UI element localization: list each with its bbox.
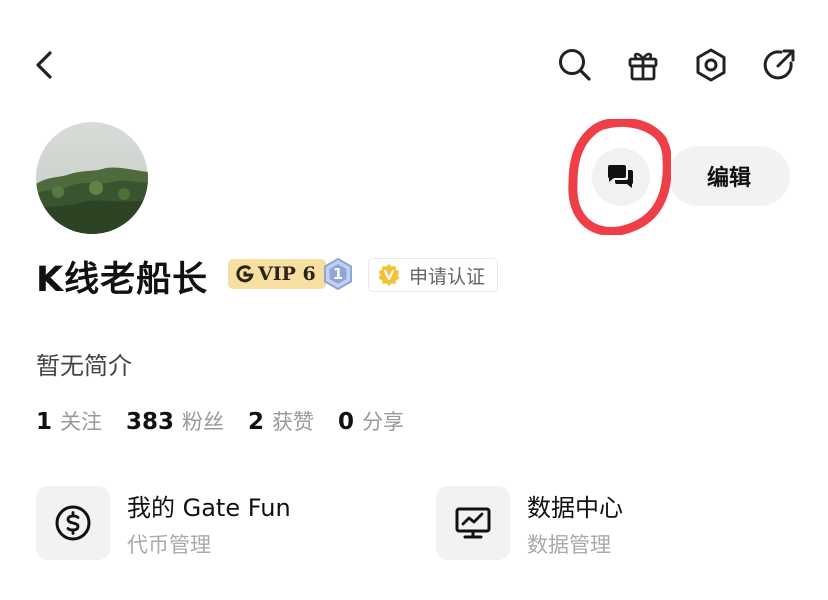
stat-value: 1 xyxy=(36,409,53,435)
gift-button[interactable] xyxy=(623,45,663,85)
gift-icon xyxy=(628,52,658,81)
chat-icon xyxy=(608,165,633,188)
avatar-image xyxy=(36,122,148,234)
level-value: 1 xyxy=(332,265,344,283)
stat-shares[interactable]: 0 分享 xyxy=(338,406,404,436)
chevron-left-icon xyxy=(36,51,52,79)
stat-likes[interactable]: 2 获赞 xyxy=(248,406,314,436)
bio-text: 暂无简介 xyxy=(36,352,132,380)
card-subtitle: 代币管理 xyxy=(127,533,211,557)
avatar[interactable] xyxy=(36,122,148,234)
verify-button[interactable]: 申请认证 xyxy=(368,258,499,292)
stat-label: 粉丝 xyxy=(182,410,225,434)
share-icon xyxy=(763,49,795,80)
card-title: 我的 Gate Fun xyxy=(127,494,291,522)
verify-label: 申请认证 xyxy=(409,265,486,288)
search-icon xyxy=(559,49,591,81)
stats-row: 1 关注 383 粉丝 2 获赞 0 分享 xyxy=(36,406,404,436)
monitor-chart-icon xyxy=(455,507,491,539)
stat-value: 2 xyxy=(248,409,265,435)
stat-value: 0 xyxy=(338,409,355,435)
back-button[interactable] xyxy=(28,48,62,82)
dollar-circle-icon xyxy=(55,505,91,541)
card-subtitle: 数据管理 xyxy=(527,533,611,557)
card-icon-wrap xyxy=(436,486,510,560)
stat-label: 关注 xyxy=(60,410,103,434)
card-icon-wrap xyxy=(36,486,110,560)
vip-badge-label: VIP 6 xyxy=(258,263,316,285)
message-button[interactable] xyxy=(592,148,650,206)
stat-following[interactable]: 1 关注 xyxy=(36,406,102,436)
stat-followers[interactable]: 383 粉丝 xyxy=(126,406,224,436)
vip-badge[interactable]: VIP 6 xyxy=(228,259,326,289)
settings-icon xyxy=(696,48,726,82)
share-button[interactable] xyxy=(759,45,799,85)
stat-label: 分享 xyxy=(362,410,405,434)
data-center-card[interactable]: 数据中心 数据管理 xyxy=(436,484,796,564)
stat-label: 获赞 xyxy=(272,410,315,434)
settings-button[interactable] xyxy=(691,45,731,85)
edit-button[interactable]: 编辑 xyxy=(668,146,790,206)
card-title: 数据中心 xyxy=(527,494,623,522)
search-button[interactable] xyxy=(555,45,595,85)
gate-fun-card[interactable]: 我的 Gate Fun 代币管理 xyxy=(36,484,396,564)
verified-badge-icon xyxy=(378,264,400,286)
profile-name: K线老船长 xyxy=(36,260,209,300)
level-badge[interactable]: 1 xyxy=(322,257,354,291)
gate-logo-icon xyxy=(236,265,254,283)
stat-value: 383 xyxy=(126,409,175,435)
